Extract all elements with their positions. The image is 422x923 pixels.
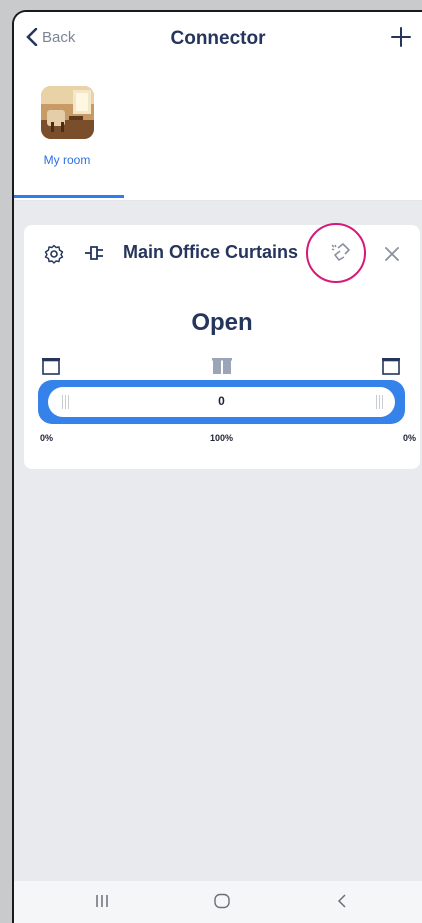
plug-icon	[85, 246, 103, 260]
plus-icon[interactable]	[390, 26, 412, 48]
device-card-header: Main Office Curtains	[24, 223, 420, 283]
close-icon[interactable]	[384, 246, 400, 262]
slider-thumb[interactable]: 0	[48, 387, 395, 417]
curtain-open-right-icon[interactable]	[381, 357, 401, 375]
tick-left: 0%	[40, 433, 54, 443]
page-title: Connector	[170, 28, 266, 49]
header-bar: Back Connector	[14, 12, 422, 64]
room-tab-my-room[interactable]: My room	[14, 64, 124, 200]
room-thumbnail	[41, 86, 94, 139]
recent-apps-icon[interactable]	[94, 893, 110, 909]
curtain-slider[interactable]: 0	[38, 380, 405, 424]
device-name: Main Office Curtains	[123, 242, 299, 262]
nav-back-icon[interactable]	[336, 893, 348, 909]
selected-tab-indicator	[14, 195, 124, 198]
right-grip-handle[interactable]	[376, 395, 385, 409]
device-card: Main Office Curtains Open 0 0% 100% 0%	[24, 223, 420, 469]
tick-middle: 100%	[210, 433, 234, 443]
room-tabs: My room	[14, 64, 422, 201]
app-window: Back Connector My room Main Office Curta…	[12, 10, 422, 923]
device-state: Open	[191, 309, 253, 336]
home-icon[interactable]	[213, 893, 231, 909]
curtain-open-left-icon[interactable]	[41, 357, 61, 375]
room-label: My room	[43, 153, 91, 167]
curtain-closed-icon[interactable]	[211, 357, 233, 375]
tap-highlight-circle	[306, 223, 366, 283]
slider-value: 0	[218, 394, 225, 408]
system-nav-bar	[14, 881, 422, 923]
tick-right: 0%	[402, 433, 416, 443]
gear-icon[interactable]	[44, 244, 64, 264]
